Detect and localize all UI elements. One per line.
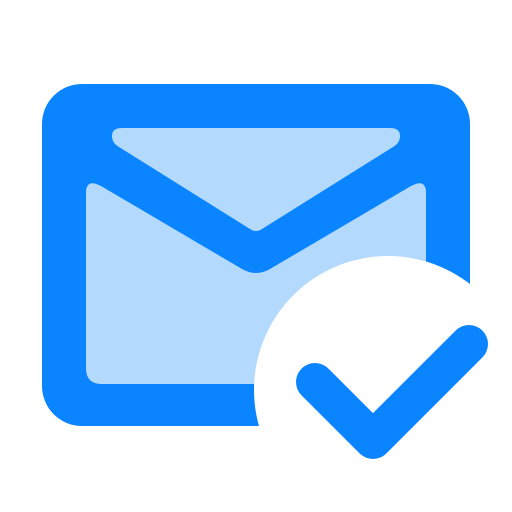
icon-canvas <box>0 0 512 512</box>
mail-check-icon <box>42 84 512 512</box>
